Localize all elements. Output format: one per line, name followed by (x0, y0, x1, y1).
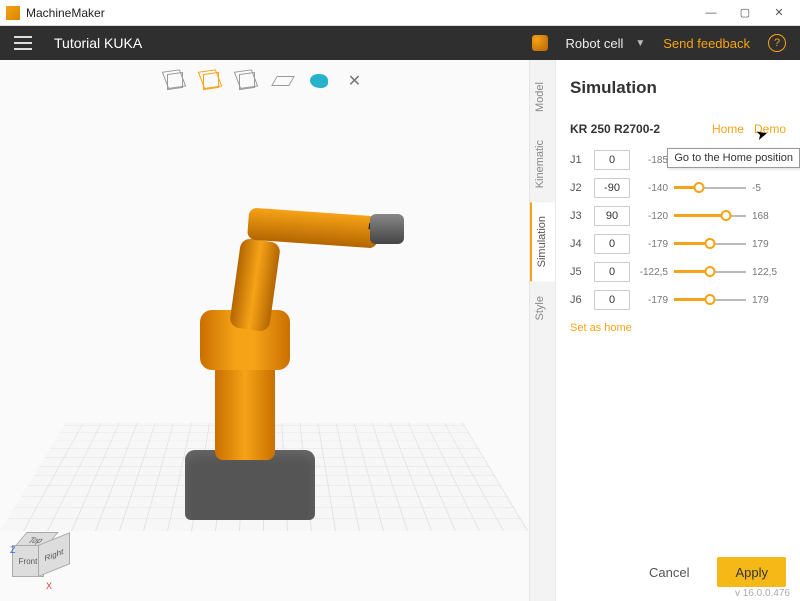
home-link[interactable]: Home (712, 122, 744, 136)
axis-x-label: X (46, 581, 52, 591)
joint-slider[interactable] (674, 235, 746, 253)
window-maximize-button[interactable]: ▢ (728, 0, 762, 26)
joint-row-j6: J6 -179 179 (570, 290, 786, 310)
joint-min-label: -185 (636, 155, 668, 166)
joint-row-j4: J4 -179 179 (570, 234, 786, 254)
joint-label: J4 (570, 238, 588, 250)
tab-simulation[interactable]: Simulation (530, 202, 555, 281)
titlebar: MachineMaker — ▢ ✕ (0, 0, 800, 26)
view-solid-button[interactable] (236, 70, 258, 92)
joint-min-label: -122,5 (636, 267, 668, 278)
joint-max-label: -5 (752, 183, 786, 194)
side-tabstrip: Model Kinematic Simulation Style (529, 60, 555, 601)
menu-icon[interactable] (14, 36, 32, 50)
app-title: MachineMaker (26, 6, 694, 20)
joint-min-label: -179 (636, 295, 668, 306)
nav-cube[interactable]: Top Front Right (8, 531, 58, 581)
robot-model[interactable]: KUKA (145, 220, 375, 520)
joint-value-input[interactable] (594, 150, 630, 170)
simulation-panel: Simulation KR 250 R2700-2 Home Demo ➤ Go… (555, 60, 800, 601)
window-close-button[interactable]: ✕ (762, 0, 796, 26)
joint-value-input[interactable] (594, 234, 630, 254)
joint-slider[interactable] (674, 179, 746, 197)
panel-title: Simulation (570, 78, 786, 98)
joint-slider[interactable] (674, 291, 746, 309)
send-feedback-link[interactable]: Send feedback (663, 36, 750, 51)
joint-label: J5 (570, 266, 588, 278)
view-render-button[interactable] (308, 70, 330, 92)
cancel-button[interactable]: Cancel (631, 557, 707, 587)
robot-name-label: KR 250 R2700-2 (570, 122, 702, 136)
viewport-3d[interactable]: ✕ KUKA Top Front Right Z X (0, 60, 529, 601)
joint-value-input[interactable] (594, 206, 630, 226)
joint-max-label: 179 (752, 239, 786, 250)
joint-max-label: 168 (752, 211, 786, 222)
tab-kinematic[interactable]: Kinematic (530, 126, 555, 202)
joint-label: J2 (570, 182, 588, 194)
joint-row-j3: J3 -120 168 (570, 206, 786, 226)
view-ground-button[interactable] (272, 70, 294, 92)
app-logo-icon (6, 6, 20, 20)
robot-cell-dropdown[interactable]: Robot cell (566, 36, 624, 51)
joint-min-label: -120 (636, 211, 668, 222)
joint-value-input[interactable] (594, 290, 630, 310)
robot-cell-icon (532, 35, 548, 51)
view-toolbar: ✕ (164, 70, 366, 92)
view-wireframe-button[interactable] (164, 70, 186, 92)
joint-max-label: 179 (752, 295, 786, 306)
joint-row-j2: J2 -140 -5 (570, 178, 786, 198)
view-shaded-button[interactable] (200, 70, 222, 92)
menubar: Tutorial KUKA Robot cell ▼ Send feedback… (0, 26, 800, 60)
joint-min-label: -179 (636, 239, 668, 250)
joint-slider[interactable] (674, 263, 746, 281)
window-minimize-button[interactable]: — (694, 0, 728, 26)
joint-slider[interactable] (674, 207, 746, 225)
joint-label: J3 (570, 210, 588, 222)
chevron-down-icon[interactable]: ▼ (635, 38, 645, 49)
help-button[interactable]: ? (768, 34, 786, 52)
apply-button[interactable]: Apply (717, 557, 786, 587)
joint-value-input[interactable] (594, 178, 630, 198)
tab-model[interactable]: Model (530, 68, 555, 126)
view-fit-button[interactable]: ✕ (344, 70, 366, 92)
joint-max-label: 122,5 (752, 267, 786, 278)
version-label: v 16.0.0.476 (735, 588, 790, 599)
joint-row-j5: J5 -122,5 122,5 (570, 262, 786, 282)
home-tooltip: Go to the Home position (667, 148, 800, 168)
joint-min-label: -140 (636, 183, 668, 194)
joint-value-input[interactable] (594, 262, 630, 282)
tab-style[interactable]: Style (530, 282, 555, 334)
joint-label: J1 (570, 154, 588, 166)
joint-label: J6 (570, 294, 588, 306)
set-as-home-link[interactable]: Set as home (570, 322, 786, 334)
axis-z-label: Z (10, 545, 16, 555)
document-title: Tutorial KUKA (54, 35, 532, 51)
